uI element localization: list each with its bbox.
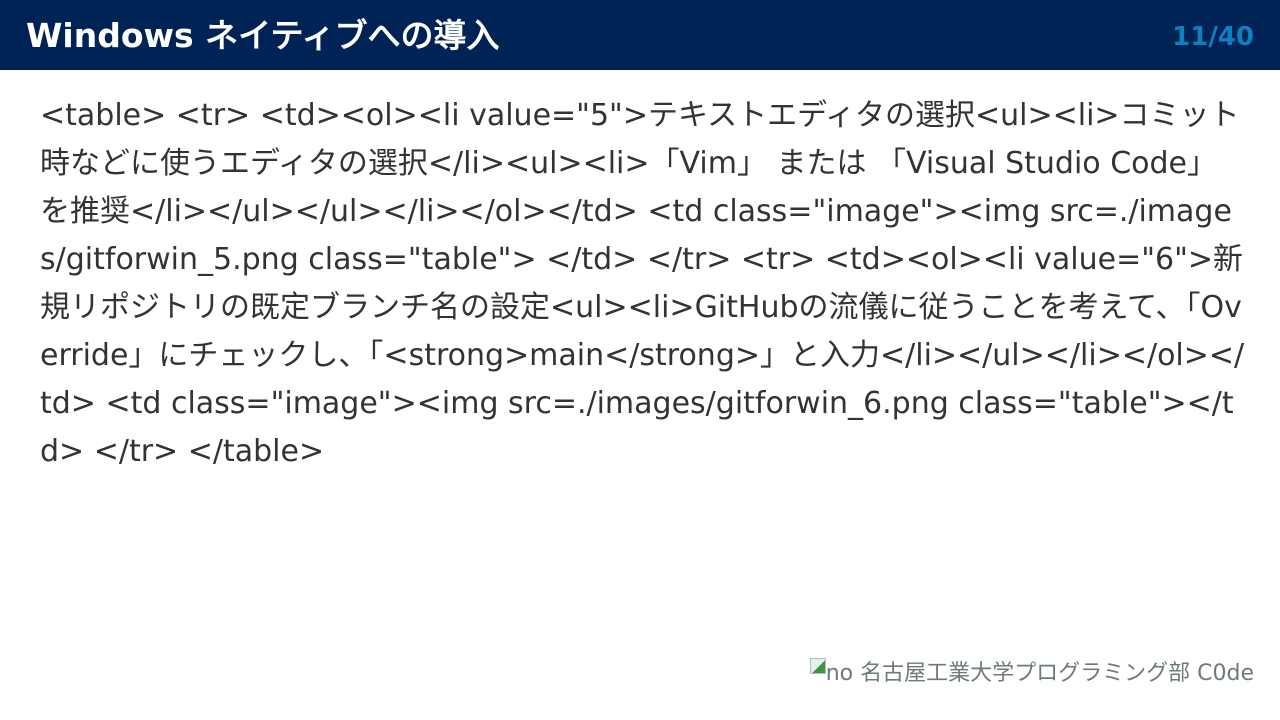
page-number: 11/40 [1172, 22, 1254, 52]
footer-image-alt: no [825, 661, 854, 686]
slide-header: Windows ネイティブへの導入 11/40 [0, 0, 1280, 70]
footer-text: 名古屋工業大学プログラミング部 C0de [860, 661, 1254, 686]
footer: no 名古屋工業大学プログラミング部 C0de [809, 658, 1254, 688]
broken-image-icon [809, 658, 826, 674]
slide-body-raw-html-text: <table> <tr> <td><ol><li value="5">テキストエ… [40, 98, 1245, 469]
slide-title: Windows ネイティブへの導入 [26, 16, 500, 55]
